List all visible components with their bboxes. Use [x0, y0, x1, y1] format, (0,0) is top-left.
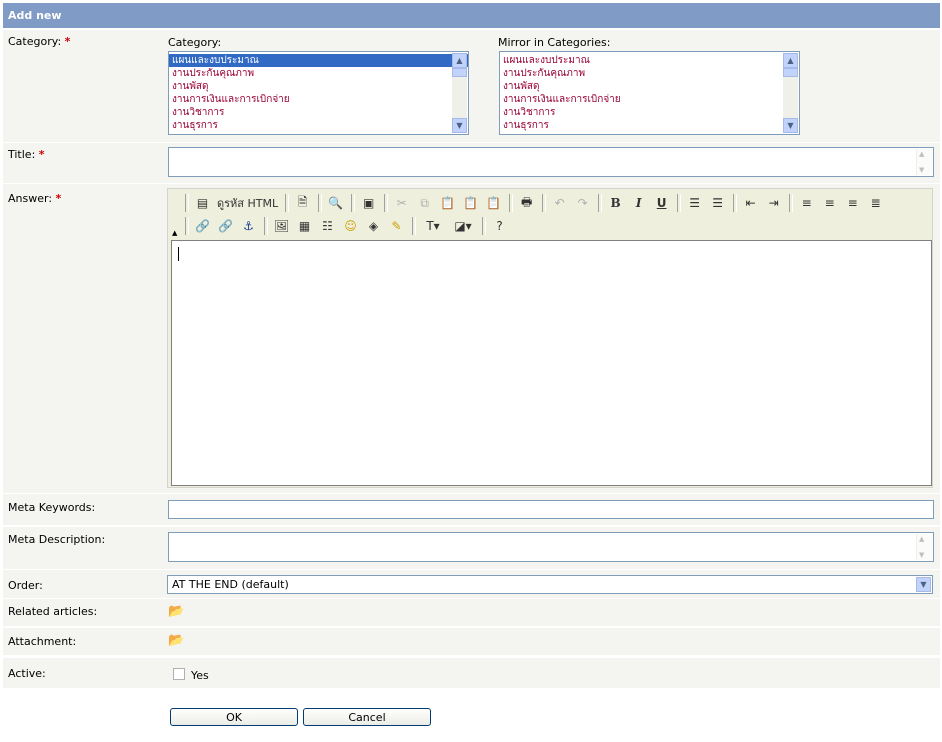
- list-option[interactable]: งานวิชาการ: [500, 106, 799, 119]
- category-scrollbar[interactable]: ▲ ▼: [452, 53, 467, 133]
- scroll-thumb[interactable]: [783, 68, 798, 77]
- view-html-button[interactable]: ดูรหัส HTML: [215, 193, 282, 213]
- about-icon[interactable]: ?: [489, 216, 510, 236]
- list-option[interactable]: งานพัสดุ: [169, 80, 468, 93]
- scroll-up-icon[interactable]: ▲: [783, 53, 798, 68]
- align-justify-icon[interactable]: ≣: [865, 193, 886, 213]
- list-option[interactable]: งานวิชาการ: [169, 106, 468, 119]
- active-yes-label: Yes: [191, 669, 209, 682]
- scroll-up-icon[interactable]: ▲: [452, 53, 467, 68]
- paste-word-icon[interactable]: 📋: [483, 193, 504, 213]
- underline-icon[interactable]: U: [651, 193, 672, 213]
- copy-icon[interactable]: ⧉: [414, 193, 435, 213]
- editor-content-area[interactable]: [171, 240, 932, 486]
- attachment-label: Attachment:: [8, 635, 77, 648]
- horizontal-rule-icon[interactable]: ☷: [317, 216, 338, 236]
- unlink-icon[interactable]: 🔗: [215, 216, 236, 236]
- rich-text-editor: ▲ ▤ ดูรหัส HTML 🗎 🔍 ▣ ✂ ⧉ 📋 📋 📋 🖶 ↶ ↷ B …: [167, 188, 933, 488]
- editor-toolbar-row-1: ▤ ดูรหัส HTML 🗎 🔍 ▣ ✂ ⧉ 📋 📋 📋 🖶 ↶ ↷ B I …: [182, 192, 888, 214]
- list-option[interactable]: แผนและงบประมาณ: [169, 54, 468, 67]
- paste-icon[interactable]: 📋: [437, 193, 458, 213]
- order-select[interactable]: AT THE END (default) ▼: [167, 575, 933, 594]
- mirror-scrollbar[interactable]: ▲ ▼: [783, 53, 798, 133]
- meta-keywords-input[interactable]: [168, 500, 934, 519]
- active-row: Active:: [3, 658, 940, 688]
- list-option[interactable]: แผนและงบประมาณ: [500, 54, 799, 67]
- scroll-thumb[interactable]: [452, 68, 467, 77]
- list-option[interactable]: งานการเงินและการเบิกจ่าย: [500, 93, 799, 106]
- mirror-listbox[interactable]: แผนและงบประมาณ งานประกันคุณภาพ งานพัสดุ งาน…: [499, 51, 800, 135]
- templates-icon[interactable]: ▣: [358, 193, 379, 213]
- form-title: Add new: [8, 9, 62, 22]
- list-option[interactable]: งานธุรการ: [169, 119, 468, 132]
- title-input[interactable]: ▲ ▼: [168, 147, 934, 177]
- form-header: Add new: [3, 3, 940, 28]
- special-char-icon[interactable]: ◈: [363, 216, 384, 236]
- ordered-list-icon[interactable]: ☰: [684, 193, 705, 213]
- order-selected-value: AT THE END (default): [172, 578, 289, 591]
- text-color-icon[interactable]: T▾: [419, 216, 447, 236]
- scroll-down-icon[interactable]: ▼: [783, 118, 798, 133]
- cancel-button[interactable]: Cancel: [303, 708, 431, 726]
- order-label: Order:: [8, 579, 43, 592]
- category-list-label: Category:: [168, 36, 222, 49]
- image-icon[interactable]: 🖼: [271, 216, 292, 236]
- list-option[interactable]: งานประกันคุณภาพ: [500, 67, 799, 80]
- mirror-list-label: Mirror in Categories:: [498, 36, 611, 49]
- title-scrollbar: ▲ ▼: [916, 149, 932, 175]
- meta-description-scrollbar: ▲ ▼: [916, 534, 932, 560]
- category-label: Category: *: [8, 35, 71, 48]
- preview-icon[interactable]: 🔍: [325, 193, 346, 213]
- mirror-options: แผนและงบประมาณ งานประกันคุณภาพ งานพัสดุ งาน…: [500, 52, 799, 132]
- unordered-list-icon[interactable]: ☰: [707, 193, 728, 213]
- related-articles-label: Related articles:: [8, 605, 98, 618]
- list-option[interactable]: งานการเงินและการเบิกจ่าย: [169, 93, 468, 106]
- meta-description-input[interactable]: ▲ ▼: [168, 532, 934, 562]
- align-center-icon[interactable]: ≡: [819, 193, 840, 213]
- align-right-icon[interactable]: ≡: [842, 193, 863, 213]
- list-option[interactable]: งานพัสดุ: [500, 80, 799, 93]
- universal-key-icon[interactable]: ✎: [386, 216, 407, 236]
- title-label: Title: *: [8, 148, 45, 161]
- align-left-icon[interactable]: ≡: [796, 193, 817, 213]
- list-option[interactable]: งานธุรการ: [500, 119, 799, 132]
- list-option[interactable]: งานประกันคุณภาพ: [169, 67, 468, 80]
- new-page-icon[interactable]: 🗎: [292, 193, 313, 213]
- undo-icon[interactable]: ↶: [549, 193, 570, 213]
- indent-icon[interactable]: ⇥: [763, 193, 784, 213]
- redo-icon[interactable]: ↷: [572, 193, 593, 213]
- text-caret: [178, 247, 179, 261]
- outdent-icon[interactable]: ⇤: [740, 193, 761, 213]
- paste-text-icon[interactable]: 📋: [460, 193, 481, 213]
- cut-icon[interactable]: ✂: [391, 193, 412, 213]
- source-icon[interactable]: ▤: [192, 193, 213, 213]
- anchor-icon[interactable]: ⚓: [238, 216, 259, 236]
- active-label: Active:: [8, 667, 46, 680]
- background-color-icon[interactable]: ◪▾: [449, 216, 477, 236]
- related-articles-row: Related articles:: [3, 599, 940, 626]
- ok-button[interactable]: OK: [170, 708, 298, 726]
- answer-label: Answer: *: [8, 192, 62, 205]
- category-options: แผนและงบประมาณ งานประกันคุณภาพ งานพัสดุ งาน…: [169, 52, 468, 132]
- link-icon[interactable]: 🔗: [192, 216, 213, 236]
- attachment-row: Attachment:: [3, 628, 940, 655]
- scroll-down-icon[interactable]: ▼: [452, 118, 467, 133]
- collapse-toolbar-icon[interactable]: ▲: [172, 229, 177, 237]
- print-icon[interactable]: 🖶: [516, 193, 537, 213]
- chevron-down-icon[interactable]: ▼: [916, 577, 931, 592]
- table-icon[interactable]: ▦: [294, 216, 315, 236]
- open-folder-icon[interactable]: 📂: [168, 605, 184, 618]
- italic-icon[interactable]: I: [628, 193, 649, 213]
- editor-toolbar-row-2: 🔗 🔗 ⚓ 🖼 ▦ ☷ ☺ ◈ ✎ T▾ ◪▾ ?: [182, 215, 512, 237]
- bold-icon[interactable]: B: [605, 193, 626, 213]
- active-checkbox[interactable]: [173, 668, 185, 680]
- open-folder-icon[interactable]: 📂: [168, 634, 184, 647]
- category-listbox[interactable]: แผนและงบประมาณ งานประกันคุณภาพ งานพัสดุ งาน…: [168, 51, 469, 135]
- smiley-icon[interactable]: ☺: [340, 216, 361, 236]
- meta-description-label: Meta Description:: [8, 533, 106, 546]
- meta-keywords-label: Meta Keywords:: [8, 501, 96, 514]
